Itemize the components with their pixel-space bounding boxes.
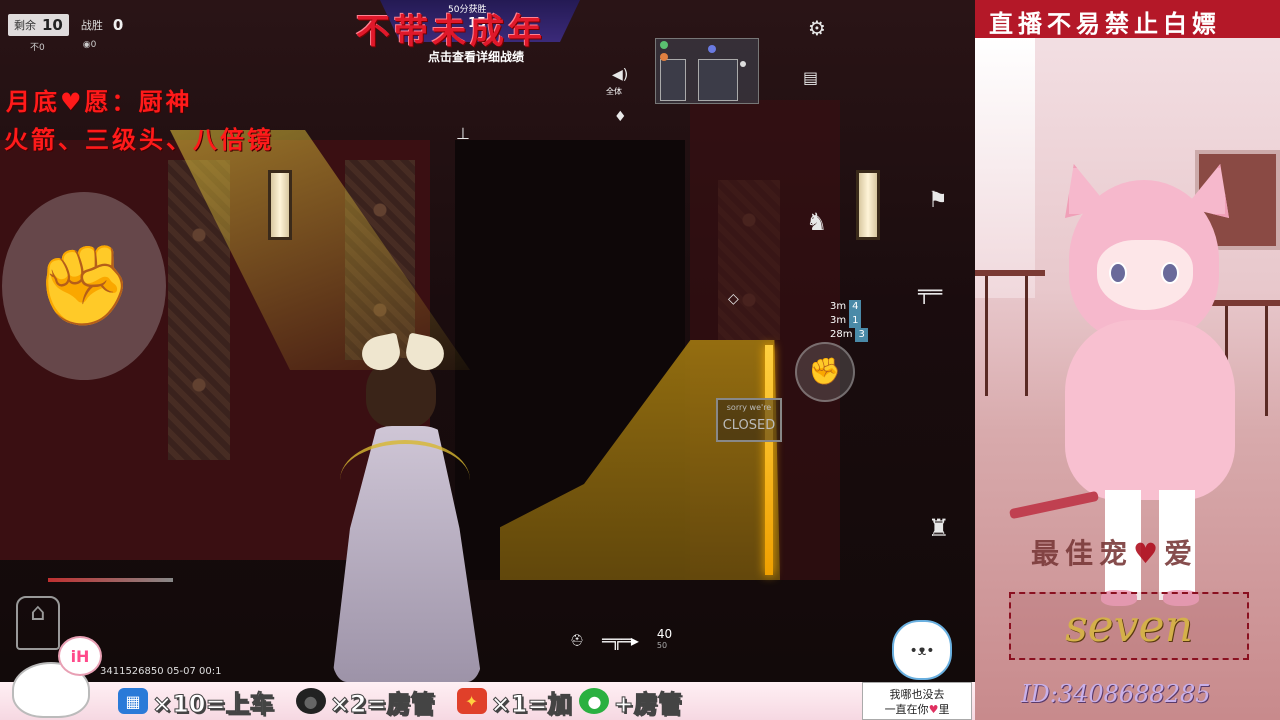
closed-sign-text: CLOSED: [722, 418, 776, 433]
remaining-label: 剩余: [14, 19, 36, 32]
desk-leg: [985, 276, 988, 396]
ammo-counter: 40 50: [656, 627, 673, 650]
rocket-gift-icon: ✦: [456, 688, 487, 714]
character-dress-trim: [340, 440, 470, 520]
wish-line-1: 月底♥愿：厨神: [6, 87, 193, 116]
gift-rule: ✦ ×1=加: [456, 684, 572, 719]
minimap[interactable]: [655, 38, 759, 104]
classroom-window: [975, 38, 1035, 298]
wins-label: 战胜: [80, 19, 103, 32]
match-detail-link[interactable]: 点击查看详细战绩: [428, 48, 524, 65]
wall-lamp: [268, 170, 292, 240]
sub-stats: 不0 ◉0: [30, 40, 96, 53]
melee-joystick[interactable]: ✊: [2, 192, 166, 380]
assault-rifle-icon: ═╦═▸: [601, 630, 639, 650]
cat-icon: •ᴥ•: [892, 620, 952, 680]
fist-icon: ✊: [808, 357, 842, 387]
gift-rule: ▦ ×10=上车: [118, 684, 274, 719]
teammate-marker: [660, 53, 668, 61]
helmet-icon: ⛑: [570, 633, 584, 647]
wall-lamp: [856, 170, 880, 240]
voice-label: 全体: [606, 87, 622, 96]
distance-row: 3m 4: [830, 300, 868, 314]
match-counters: 剩余 10 战胜 0: [8, 12, 123, 38]
gift-rule: ● +房管: [579, 684, 682, 719]
wish-line-2: 火箭、三级头、八倍镜: [4, 125, 274, 154]
bunny-bubble: iH: [58, 636, 102, 676]
player-character: [300, 330, 500, 682]
rifle-icon[interactable]: ╤═: [918, 282, 942, 302]
cat-note-sticker: •ᴥ• 我哪也没去 一直在你♥里: [862, 620, 972, 720]
melee-button[interactable]: ✊: [795, 342, 855, 402]
closed-sign-small: sorry we're: [726, 403, 772, 412]
heart-icon: ♥: [1133, 537, 1165, 570]
streamer-name: seven: [1065, 600, 1193, 652]
streamer-id: ID:3408688285: [1021, 680, 1211, 708]
gift-rule: ● ×2=房管: [295, 684, 435, 719]
cat-note: 我哪也没去 一直在你♥里: [862, 682, 972, 720]
teammate-marker: [660, 41, 668, 49]
heart-icon: ♥: [928, 703, 939, 716]
flag-icon[interactable]: ⚑: [928, 190, 948, 212]
weapon-bar[interactable]: ⛑ ═╦═▸ 40 50: [570, 628, 672, 652]
distance-row: 28m 3: [830, 328, 868, 342]
game-viewport[interactable]: 剩余 10 战胜 0 不0 ◉0 50分获胜 15 不带未成年 点击查看详细战绩…: [0, 0, 975, 682]
gift-rules-bar: ▦ ×10=上车 ● ×2=房管 ✦ ×1=加 ● +房管: [0, 682, 975, 720]
chat-icon[interactable]: ▤: [803, 70, 818, 86]
desk-leg: [1265, 306, 1268, 416]
minimap-room: [660, 59, 686, 101]
stream-title-overlay: 不带未成年: [356, 12, 546, 52]
sub-stat: 不0: [30, 43, 45, 53]
health-bar: [48, 578, 173, 582]
side-title: 直播不易禁止白嫖: [989, 9, 1221, 38]
avatar-stick: [1008, 490, 1100, 520]
crouch-icon[interactable]: ♞: [806, 210, 828, 234]
minimap-room: [698, 59, 738, 101]
door-light-edge: [765, 345, 773, 575]
extinguisher-icon: ⊥: [456, 124, 470, 143]
avatar-eye: [1161, 262, 1179, 284]
crosshair-icon: ◇: [728, 291, 739, 307]
best-pet-label: 最佳宠♥爱: [1031, 537, 1199, 570]
distance-row: 3m 1: [830, 314, 868, 328]
desk-leg: [1025, 276, 1028, 396]
sub-stat: ◉0: [82, 40, 97, 50]
streamer-name-box: seven: [1009, 592, 1249, 660]
team-icon: ◉: [82, 40, 91, 50]
remaining-value: 10: [42, 16, 63, 34]
gear-icon[interactable]: ⚙: [808, 18, 826, 38]
closed-sign: sorry we're CLOSED: [716, 398, 782, 442]
character-bow: [362, 336, 444, 376]
avatar-eye: [1109, 262, 1127, 284]
player-id-stamp: 3411526850 05-07 00:1: [100, 666, 222, 677]
bunny-sticker: iH: [4, 636, 102, 720]
wins-value: 0: [112, 16, 124, 34]
microphone-icon[interactable]: ♦: [614, 110, 627, 124]
map-marker: [740, 61, 746, 67]
helmet-gift-icon: ●: [295, 688, 326, 714]
fist-icon: ✊: [35, 240, 133, 331]
remaining-counter: 剩余 10: [8, 14, 69, 36]
avatar-hoodie: [1065, 320, 1235, 500]
player-marker: [708, 45, 716, 53]
streamer-panel: 直播不易禁止白嫖 最佳宠♥爱 seven ID:3408688285: [975, 0, 1280, 720]
gift-ticket-icon: ▦: [118, 688, 148, 714]
speaker-icon[interactable]: ◀): [612, 68, 628, 82]
wechat-icon: ●: [579, 688, 610, 714]
wins-counter: 战胜 0: [73, 16, 123, 34]
enemy-distance-list: 3m 4 3m 1 28m 3: [830, 300, 868, 342]
sprint-icon[interactable]: ♜: [928, 516, 950, 540]
